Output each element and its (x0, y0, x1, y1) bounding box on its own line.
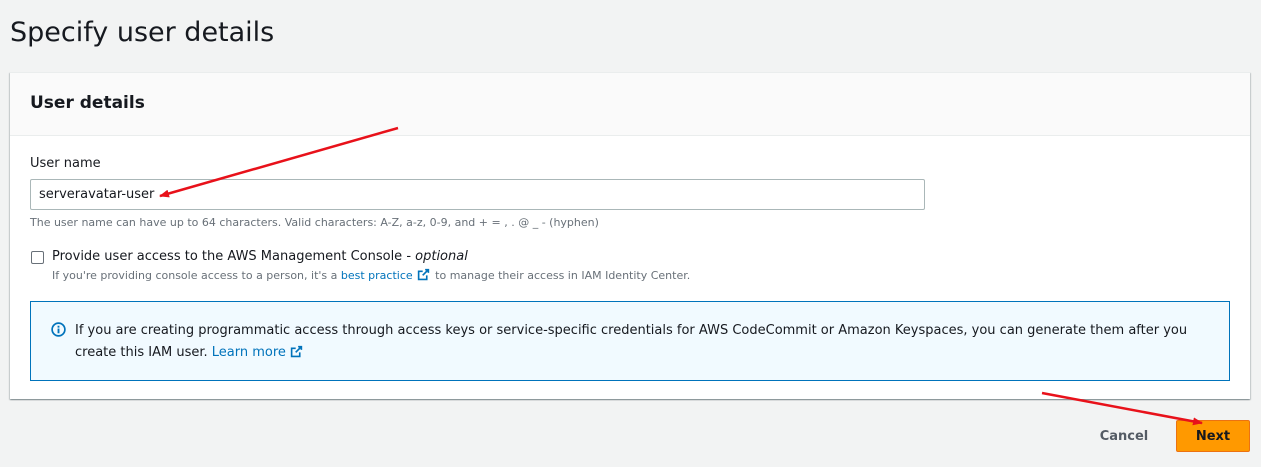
next-button[interactable]: Next (1176, 420, 1250, 452)
username-hint: The user name can have up to 64 characte… (30, 216, 599, 229)
username-input[interactable] (30, 179, 925, 210)
user-details-panel: User details User name The user name can… (10, 72, 1250, 399)
username-label: User name (30, 156, 101, 171)
info-icon (51, 322, 66, 341)
panel-title: User details (30, 93, 145, 113)
info-alert: If you are creating programmatic access … (30, 301, 1230, 381)
external-link-icon (417, 268, 430, 285)
console-access-description: If you're providing console access to a … (52, 268, 690, 285)
learn-more-link[interactable]: Learn more (212, 345, 305, 360)
external-link-icon (290, 344, 303, 366)
best-practice-link[interactable]: best practice (340, 268, 432, 285)
page-title: Specify user details (10, 17, 275, 48)
console-access-label-text: Provide user access to the AWS Managemen… (52, 249, 416, 264)
console-desc-after: to manage their access in IAM Identity C… (431, 269, 691, 282)
cancel-button[interactable]: Cancel (1082, 420, 1166, 452)
learn-more-link-text: Learn more (211, 345, 286, 360)
optional-text: optional (415, 249, 468, 264)
console-access-checkbox[interactable] (31, 251, 44, 264)
best-practice-link-text: best practice (340, 269, 413, 282)
console-access-label[interactable]: Provide user access to the AWS Managemen… (52, 248, 468, 266)
info-alert-text: If you are creating programmatic access … (75, 320, 1205, 366)
panel-header: User details (10, 73, 1250, 136)
console-desc-before: If you're providing console access to a … (52, 269, 341, 282)
